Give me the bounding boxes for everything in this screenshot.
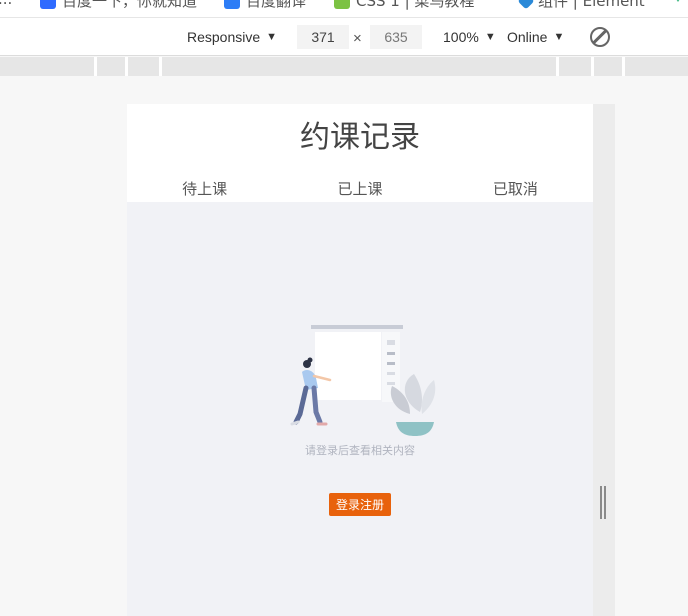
tab-cancelled[interactable]: 已取消 <box>438 176 593 202</box>
bookmark-label: 百度翻译 <box>246 0 307 10</box>
device-viewport: 约课记录 待上课 已上课 已取消 请登录后查看相关内容 登录注册 <box>127 104 593 616</box>
caret-down-icon: ▼ <box>553 31 565 43</box>
app-header: 约课记录 待上课 已上课 已取消 <box>127 104 593 202</box>
baidu-icon <box>40 0 56 9</box>
element-icon <box>517 0 535 9</box>
rotate-icon[interactable] <box>590 27 610 47</box>
login-register-button[interactable]: 登录注册 <box>329 493 391 516</box>
throttle-dropdown[interactable]: Online ▼ <box>507 29 564 45</box>
device-mode-dropdown[interactable]: Responsive ▼ <box>187 29 277 45</box>
zoom-label: 100% <box>443 29 479 45</box>
translate-icon <box>224 0 240 9</box>
device-toolbar: Responsive ▼ 371 × 635 100% ▼ Online ▼ <box>0 18 688 56</box>
viewport-height-value: 635 <box>384 29 408 45</box>
bookmark-label: 百度一下，你就知道 <box>62 0 198 10</box>
media-query-ruler[interactable] <box>0 57 688 76</box>
device-mode-label: Responsive <box>187 29 261 45</box>
viewport-height-input[interactable]: 635 <box>370 25 422 49</box>
ruler-divider <box>159 57 162 76</box>
empty-message: 请登录后查看相关内容 <box>305 444 415 457</box>
tab-bar: 待上课 已上课 已取消 <box>127 176 593 202</box>
bookmarks-bar: ... 百度一下，你就知道 百度翻译 CSS 1 | 菜鸟教程 组件 | Ele… <box>0 0 688 18</box>
bookmark-label: ... <box>0 0 12 8</box>
bookmark-fanyi[interactable]: 百度翻译 <box>224 0 306 11</box>
bookmark-baidu[interactable]: 百度一下，你就知道 <box>40 0 197 11</box>
empty-state: 请登录后查看相关内容 登录注册 <box>127 202 593 616</box>
caret-down-icon: ▼ <box>484 31 496 43</box>
bookmark-element[interactable]: 组件 | Element <box>517 0 645 11</box>
ruler-divider <box>591 57 594 76</box>
viewport-width-input[interactable]: 371 <box>297 25 349 49</box>
dimension-separator: × <box>353 30 362 47</box>
throttle-label: Online <box>507 29 548 45</box>
bookmark-label: CSS 1 | 菜鸟教程 <box>356 0 475 10</box>
ruler-divider <box>125 57 128 76</box>
ruler-divider <box>622 57 625 76</box>
tab-attended[interactable]: 已上课 <box>282 176 437 202</box>
runoob-icon <box>334 0 350 9</box>
bookmark-item[interactable]: ... <box>0 0 12 8</box>
viewport-width-value: 371 <box>311 29 335 45</box>
ruler-divider <box>556 57 559 76</box>
zoom-dropdown[interactable]: 100% ▼ <box>443 29 496 45</box>
device-frame-edge <box>593 104 615 616</box>
resize-handle[interactable] <box>600 486 607 519</box>
tab-upcoming[interactable]: 待上课 <box>127 176 282 202</box>
vue-icon <box>670 0 686 2</box>
bookmark-runoob[interactable]: CSS 1 | 菜鸟教程 <box>334 0 474 11</box>
page-title: 约课记录 <box>300 120 420 155</box>
caret-down-icon: ▼ <box>266 31 278 43</box>
ruler-divider <box>94 57 97 76</box>
bookmark-vue[interactable] <box>670 0 686 2</box>
bookmark-label: 组件 | Element <box>538 0 645 10</box>
empty-state-illustration <box>290 325 436 436</box>
